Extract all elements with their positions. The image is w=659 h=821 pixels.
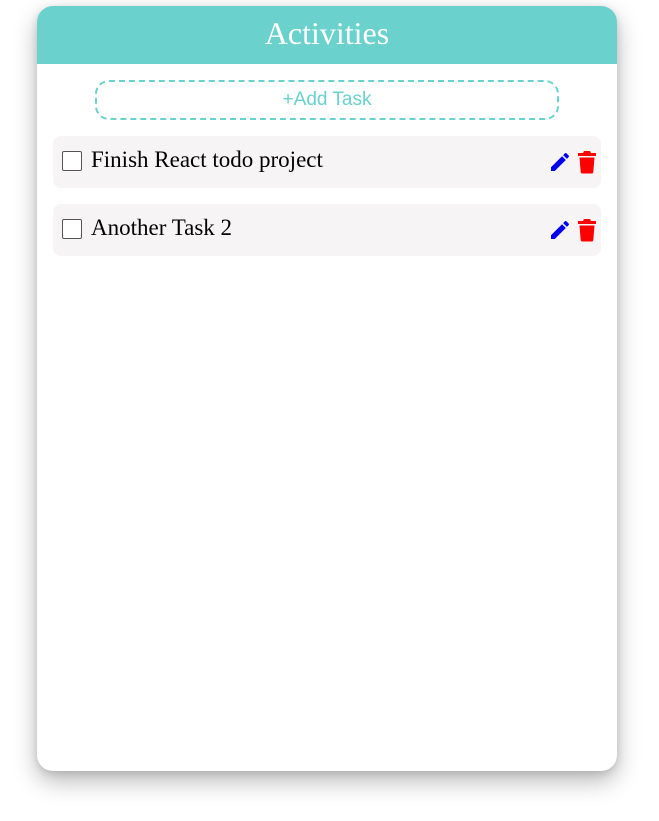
trash-icon[interactable] (577, 218, 597, 242)
task-label: Finish React todo project (91, 147, 323, 172)
add-task-button[interactable]: +Add Task (95, 80, 559, 120)
task-item: Finish React todo project (53, 136, 601, 188)
pencil-icon[interactable] (548, 218, 572, 242)
header-bar: Activities (37, 6, 617, 64)
task-label: Another Task 2 (91, 215, 233, 240)
page-title: Activities (264, 14, 390, 51)
pencil-icon[interactable] (548, 150, 572, 174)
trash-icon[interactable] (577, 150, 597, 174)
task-item: Another Task 2 (53, 204, 601, 256)
todo-card: Activities +Add Task Finish React todo p… (37, 6, 617, 771)
task-checkbox[interactable] (62, 151, 82, 171)
task-checkbox[interactable] (62, 219, 82, 239)
